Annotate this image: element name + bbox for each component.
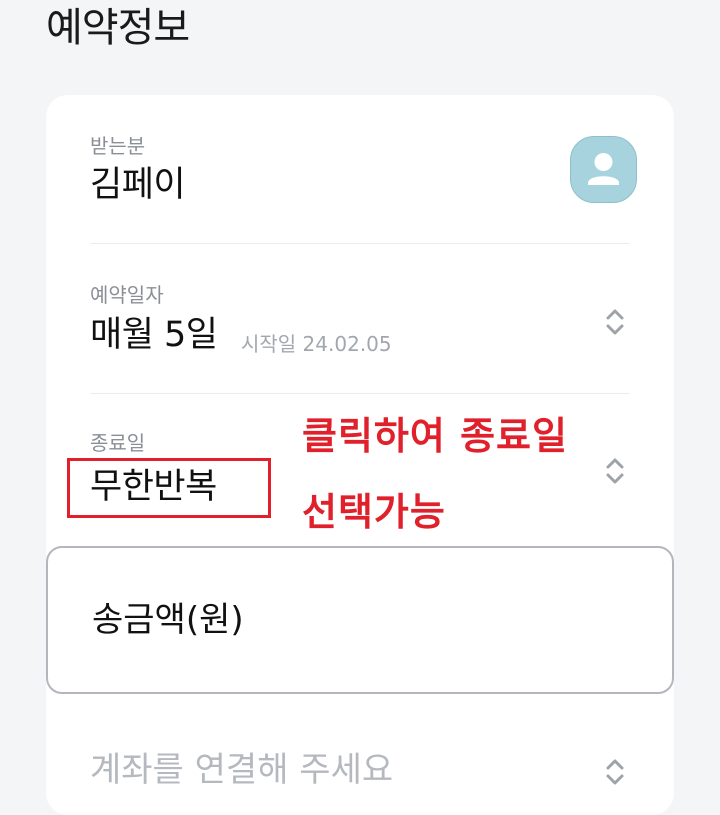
chevron-up-down-icon[interactable] bbox=[605, 456, 625, 486]
reservation-date-value[interactable]: 매월 5일 bbox=[90, 314, 218, 356]
divider bbox=[90, 243, 630, 244]
recipient-name: 김페이 bbox=[90, 165, 186, 205]
chevron-up-down-icon[interactable] bbox=[605, 307, 625, 337]
end-date-label: 종료일 bbox=[90, 431, 146, 455]
reservation-date-label: 예약일자 bbox=[90, 283, 164, 307]
amount-input[interactable]: 송금액(원) bbox=[46, 546, 674, 694]
person-avatar-icon[interactable] bbox=[570, 136, 637, 203]
page-title: 예약정보 bbox=[46, 5, 190, 51]
chevron-up-down-icon[interactable] bbox=[605, 757, 625, 787]
recipient-label: 받는분 bbox=[90, 134, 146, 158]
account-select-placeholder[interactable]: 계좌를 연결해 주세요 bbox=[90, 750, 393, 790]
divider bbox=[90, 393, 630, 394]
amount-label: 송금액(원) bbox=[92, 600, 244, 640]
annotation-line-2: 선택가능 bbox=[302, 490, 446, 534]
end-date-highlight-box bbox=[67, 458, 271, 518]
start-date-text: 시작일 24.02.05 bbox=[241, 332, 392, 356]
annotation-line-1: 클릭하여 종료일 bbox=[302, 414, 568, 458]
